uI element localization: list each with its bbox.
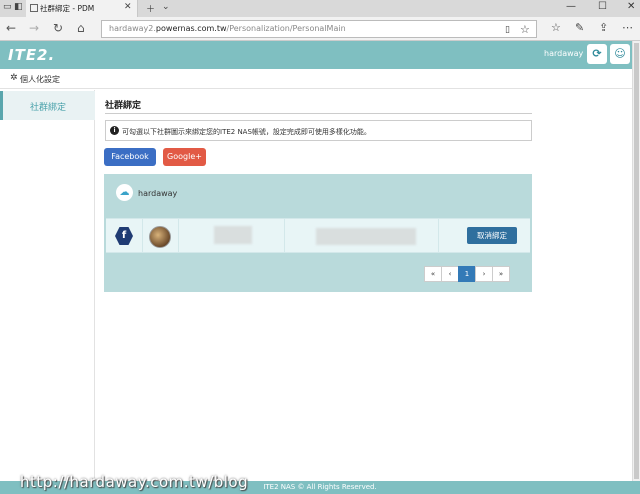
divider: [438, 219, 439, 252]
tab-title: 社群綁定 - PDM: [40, 4, 95, 13]
blurred-name: [214, 226, 252, 244]
table-row: f 取消綁定: [106, 218, 530, 253]
address-bar: ← → ↻ ⌂ hardaway2.powernas.com.tw/Person…: [0, 17, 640, 41]
cloud-icon: ☁: [116, 184, 133, 201]
url-host: powernas.com.tw: [155, 24, 227, 33]
scrollbar[interactable]: [632, 41, 640, 481]
sidebar: 社群綁定: [0, 90, 95, 481]
home-icon[interactable]: ⌂: [77, 21, 85, 35]
close-icon[interactable]: ✕: [124, 2, 132, 12]
favorite-star-icon[interactable]: ☆: [520, 23, 530, 36]
url-subdomain: hardaway2.: [109, 24, 156, 33]
divider: [142, 219, 143, 252]
favorites-hub-icon[interactable]: ☆: [551, 21, 561, 34]
logo: ITE2.: [8, 46, 56, 64]
panel-username: hardaway: [138, 189, 178, 198]
share-circle-icon[interactable]: ⟳: [587, 44, 607, 64]
tab-back-icon[interactable]: ◧: [14, 2, 23, 12]
google-plus-button[interactable]: Google+: [163, 148, 206, 166]
last-page-button[interactable]: »: [492, 266, 510, 282]
header-username: hardaway: [544, 49, 584, 58]
share-icon[interactable]: ⇪: [599, 21, 608, 34]
divider: [178, 219, 179, 252]
notes-pen-icon[interactable]: ✎: [575, 21, 584, 34]
chevron-down-icon[interactable]: ⌄: [162, 2, 170, 12]
sidebar-item-social-binding[interactable]: 社群綁定: [0, 91, 95, 120]
page-icon: [30, 4, 38, 12]
gear-icon: ✲: [10, 73, 18, 83]
settings-label[interactable]: 個人化設定: [20, 74, 60, 85]
minimize-icon[interactable]: —: [566, 1, 576, 12]
info-notice: i 可勾選以下社群圖示來綁定您的ITE2 NAS帳號，設定完成即可使用多樣化功能…: [105, 120, 532, 141]
user-icon[interactable]: ☺: [610, 44, 630, 64]
watermark: http://hardaway.com.tw/blog: [20, 473, 249, 491]
facebook-button[interactable]: Facebook: [104, 148, 156, 166]
maximize-icon[interactable]: ☐: [598, 1, 607, 12]
refresh-icon[interactable]: ↻: [53, 21, 63, 35]
window-close-icon[interactable]: ✕: [627, 1, 635, 12]
browser-tab[interactable]: 社群綁定 - PDM ✕: [26, 0, 138, 17]
forward-icon[interactable]: →: [29, 21, 39, 35]
divider: [105, 113, 532, 114]
page-title: 社群綁定: [105, 101, 142, 111]
next-page-button[interactable]: ›: [475, 266, 493, 282]
browser-tab-bar: ▭ ◧ 社群綁定 - PDM ✕ ＋ ⌄ — ☐ ✕: [0, 0, 640, 17]
divider: [284, 219, 285, 252]
facebook-icon: f: [115, 227, 133, 245]
pagination: « ‹ 1 › »: [424, 266, 510, 282]
new-tab-icon[interactable]: ＋: [146, 2, 155, 15]
reading-view-icon[interactable]: ▯: [505, 25, 510, 35]
app-header: ITE2. hardaway ⟳ ☺: [0, 41, 632, 69]
scroll-thumb[interactable]: [634, 43, 639, 479]
binding-panel: ☁ hardaway f 取消綁定 « ‹ 1 › »: [104, 174, 532, 292]
tab-list-icon[interactable]: ▭: [3, 2, 12, 12]
blurred-account: [316, 228, 416, 245]
back-icon[interactable]: ←: [6, 21, 16, 35]
prev-page-button[interactable]: ‹: [441, 266, 459, 282]
info-icon: i: [110, 126, 119, 135]
more-icon[interactable]: ⋯: [622, 21, 633, 34]
url-path: /Personalization/PersonalMain: [226, 24, 346, 33]
avatar: [149, 226, 171, 248]
unbind-button[interactable]: 取消綁定: [467, 227, 517, 244]
first-page-button[interactable]: «: [424, 266, 442, 282]
settings-row: ✲ 個人化設定: [0, 69, 632, 89]
notice-text: 可勾選以下社群圖示來綁定您的ITE2 NAS帳號，設定完成即可使用多樣化功能。: [122, 128, 371, 136]
sidebar-item-label: 社群綁定: [30, 103, 67, 113]
url-field[interactable]: hardaway2.powernas.com.tw/Personalizatio…: [101, 20, 537, 38]
page-number-button[interactable]: 1: [458, 266, 476, 282]
